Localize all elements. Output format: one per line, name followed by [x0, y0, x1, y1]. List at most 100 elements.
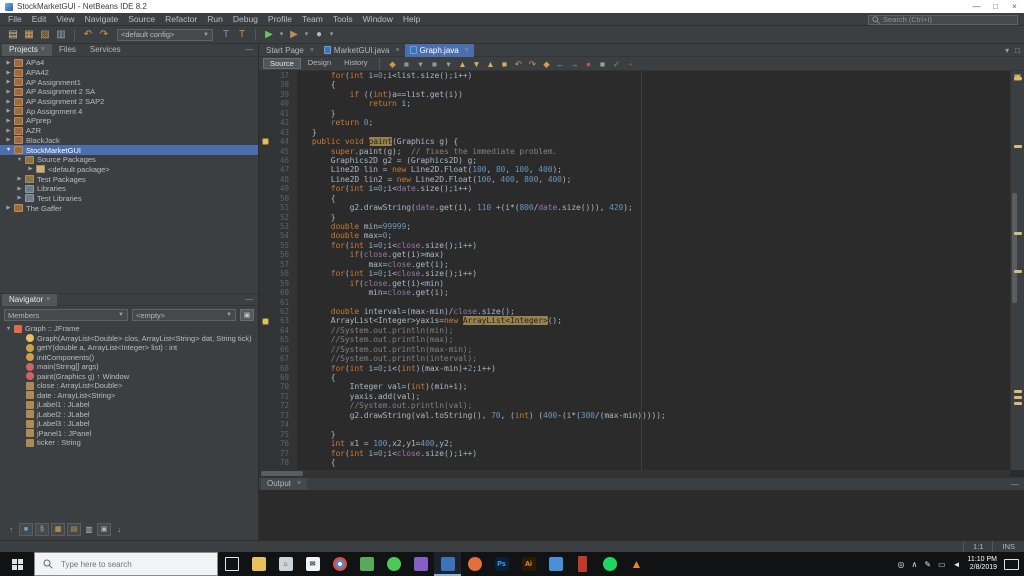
whatsapp-icon[interactable] — [380, 552, 407, 576]
navigator-scope-combobox[interactable]: Members ▼ — [4, 309, 128, 321]
menu-profile[interactable]: Profile — [263, 14, 297, 24]
new-file-icon[interactable]: ▤ — [6, 28, 20, 42]
navigator-item-paint[interactable]: paint(Graphics g) ↑ Window — [0, 372, 258, 382]
tree-item-azr[interactable]: ▶ AZR — [0, 126, 258, 136]
navigator-item-jpanel1[interactable]: jPanel1 : JPanel — [0, 429, 258, 439]
navigator-item-close[interactable]: close : ArrayList<Double> — [0, 381, 258, 391]
tab-services[interactable]: Services — [83, 44, 128, 56]
view-design-button[interactable]: Design — [302, 58, 337, 69]
close-icon[interactable]: × — [41, 44, 45, 56]
code-line[interactable]: 55 for(int i=0;i<close.size();i++) — [259, 241, 1010, 250]
code-line[interactable]: 54 double max=0; — [259, 231, 1010, 240]
arrow-collapsed-icon[interactable]: ▶ — [15, 176, 24, 182]
uncomment-icon[interactable]: ▪ — [624, 58, 636, 70]
arrow-collapsed-icon[interactable]: ▶ — [4, 60, 13, 66]
build-project-icon[interactable]: T — [219, 28, 233, 42]
minimize-panel-icon[interactable]: — — [245, 295, 253, 304]
tab-graph-java[interactable]: Graph.java × — [404, 43, 474, 57]
menu-run[interactable]: Run — [202, 14, 228, 24]
start-macro-recording-icon[interactable]: ● — [582, 58, 594, 70]
hint-bulb-icon[interactable] — [261, 317, 269, 325]
code-line[interactable]: 41 } — [259, 109, 1010, 118]
next-bookmark-icon[interactable]: ↷ — [526, 58, 538, 70]
navigator-item-jlabel3[interactable]: jLabel3 : JLabel — [0, 419, 258, 429]
code-line[interactable]: 64 //System.out.println(min); — [259, 326, 1010, 335]
undo-icon[interactable]: ↶ — [81, 28, 95, 42]
arrow-expanded-icon[interactable]: ▼ — [15, 157, 24, 163]
arrow-expanded-icon[interactable]: ▼ — [4, 326, 13, 332]
arrow-collapsed-icon[interactable]: ▶ — [4, 70, 13, 76]
error-stripe[interactable] — [1010, 71, 1024, 470]
profile-project-icon[interactable]: ● — [312, 28, 326, 42]
toggle-highlight-search-icon[interactable]: ■ — [498, 58, 510, 70]
navigator-item-jlabel1[interactable]: jLabel1 : JLabel — [0, 400, 258, 410]
last-edit-icon[interactable]: ◆ — [386, 58, 398, 70]
close-icon[interactable]: × — [46, 294, 50, 306]
photoshop-icon[interactable]: Ps — [488, 552, 515, 576]
menu-navigate[interactable]: Navigate — [80, 14, 124, 24]
local-history-dropdown-icon[interactable]: ▾ — [414, 58, 426, 70]
arrow-collapsed-icon[interactable]: ▶ — [4, 128, 13, 134]
tree-item-test-libraries[interactable]: ▶ Test Libraries — [0, 194, 258, 204]
warning-mark-icon[interactable] — [1014, 77, 1022, 80]
code-editor[interactable]: 37 for(int i=0;i<list.size();i++) 38 {39 … — [259, 71, 1010, 470]
navigator-item-gety[interactable]: getY(double a, ArrayList<Integer> list) … — [0, 343, 258, 353]
tree-item-source-packages[interactable]: ▼ Source Packages — [0, 155, 258, 165]
tree-item-apa4[interactable]: ▶ APa4 — [0, 58, 258, 68]
arrow-collapsed-icon[interactable]: ▶ — [26, 166, 35, 172]
code-line[interactable]: 39 if ((int)a==list.get(i)) — [259, 90, 1010, 99]
navigator-item-graph[interactable]: Graph(ArrayList<Double> clos, ArrayList<… — [0, 334, 258, 344]
arrow-collapsed-icon[interactable]: ▶ — [15, 186, 24, 192]
battery-icon[interactable]: ▭ — [938, 560, 946, 569]
minimize-panel-icon[interactable]: — — [1011, 480, 1019, 489]
debug-project-dropdown-icon[interactable]: ▾ — [303, 28, 310, 42]
warning-mark-icon[interactable] — [1014, 270, 1022, 273]
warning-mark-icon[interactable] — [1014, 232, 1022, 235]
menu-team[interactable]: Team — [297, 14, 328, 24]
navigator-item-graph[interactable]: ▼ Graph :: JFrame — [0, 324, 258, 334]
show-non-public-icon[interactable]: ▦ — [51, 522, 65, 536]
task-view-icon[interactable] — [218, 552, 245, 576]
horizontal-scrollbar[interactable] — [259, 470, 1010, 477]
open-project-icon[interactable]: ▨ — [38, 28, 52, 42]
tab-list-dropdown-icon[interactable]: ▾ — [1005, 46, 1009, 55]
code-line[interactable]: 72 //System.out.println(val); — [259, 401, 1010, 410]
arrow-collapsed-icon[interactable]: ▶ — [4, 118, 13, 124]
tab-output[interactable]: Output × — [261, 478, 308, 490]
orange-app-icon[interactable] — [461, 552, 488, 576]
forward-icon[interactable]: → — [568, 58, 580, 70]
arrow-collapsed-icon[interactable]: ▶ — [4, 89, 13, 95]
arrow-collapsed-icon[interactable]: ▶ — [15, 195, 24, 201]
tree-item-the-gaffer[interactable]: ▶ The Gaffer — [0, 203, 258, 213]
show-fields-icon[interactable]: ■ — [19, 522, 33, 536]
navigator-item-date[interactable]: date : ArrayList<String> — [0, 391, 258, 401]
mail-icon[interactable]: ✉ — [299, 552, 326, 576]
show-inherited-icon[interactable]: ↑ — [5, 523, 17, 536]
find-selection-icon[interactable]: ▲ — [456, 58, 468, 70]
vertical-scrollbar-thumb[interactable] — [1012, 193, 1017, 303]
code-line[interactable]: 53 double min=99999; — [259, 222, 1010, 231]
code-line[interactable]: 42 return 0; — [259, 118, 1010, 127]
warning-mark-icon[interactable] — [1014, 145, 1022, 148]
code-line[interactable]: 43 } — [259, 128, 1010, 137]
code-line[interactable]: 48 Line2D lin2 = new Line2D.Float(100, 4… — [259, 175, 1010, 184]
chrome-icon[interactable] — [326, 552, 353, 576]
tab-start-page[interactable]: Start Page × — [261, 44, 319, 57]
previous-bookmark-icon[interactable]: ↶ — [512, 58, 524, 70]
view-history-button[interactable]: History — [338, 58, 373, 69]
code-line[interactable]: 50 { — [259, 194, 1010, 203]
close-icon[interactable]: × — [310, 47, 314, 54]
code-line[interactable]: 51 g2.drawString(date.get(i), 110 +(i*(8… — [259, 203, 1010, 212]
run-project-dropdown-icon[interactable]: ▾ — [278, 28, 285, 42]
code-line[interactable]: 67 //System.out.println(interval); — [259, 354, 1010, 363]
back-icon[interactable]: ← — [554, 58, 566, 70]
diff-icon[interactable]: ■ — [428, 58, 440, 70]
expand-collapse-icon[interactable]: ↓ — [113, 523, 125, 536]
show-static-members-icon[interactable]: § — [35, 522, 49, 536]
code-line[interactable]: 78 { — [259, 458, 1010, 467]
tab-projects[interactable]: Projects × — [2, 44, 52, 56]
code-line[interactable]: 40 return i; — [259, 99, 1010, 108]
ide-search-box[interactable]: Search (Ctrl+I) — [868, 14, 1018, 25]
maximize-button[interactable]: □ — [986, 0, 1005, 13]
warning-mark-icon[interactable] — [1014, 402, 1022, 405]
